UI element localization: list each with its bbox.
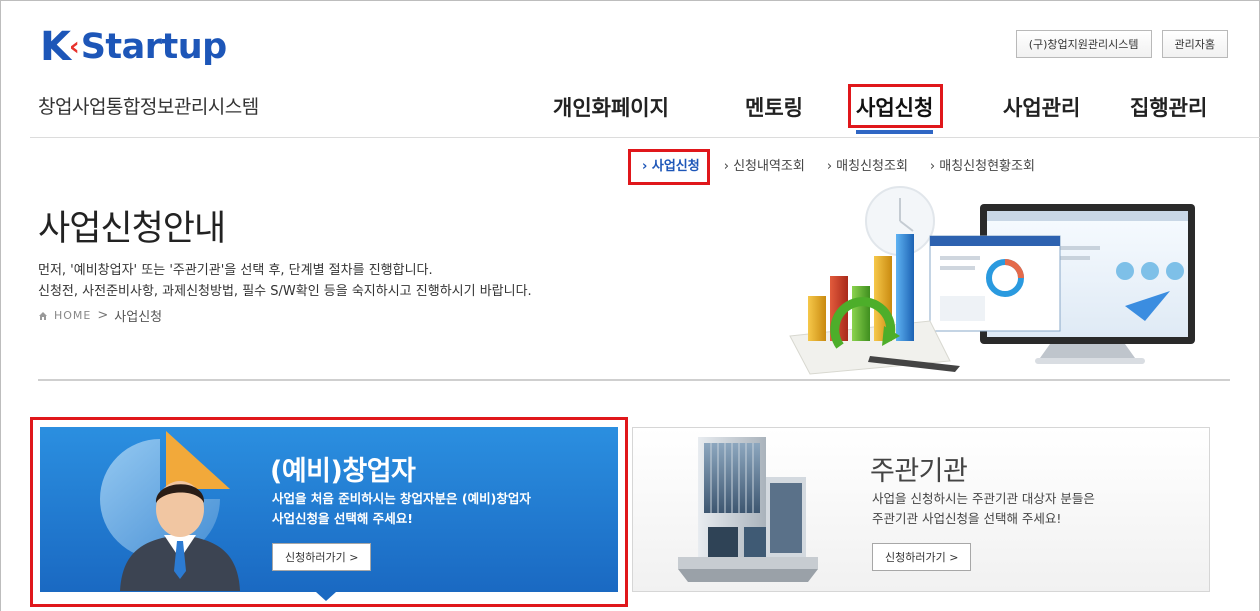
- highlight-box: [30, 417, 628, 607]
- logo-chevron: ‹: [69, 32, 80, 62]
- home-icon: [39, 311, 47, 320]
- page-title: 사업신청안내: [38, 209, 226, 249]
- nav-label: 집행관리: [1130, 96, 1208, 120]
- nav-execution-manage[interactable]: 집행관리: [1130, 92, 1207, 122]
- nav-business-apply[interactable]: 사업신청: [848, 84, 944, 134]
- agency-card-title: 주관기관: [870, 456, 968, 487]
- nav-business-manage[interactable]: 사업관리: [1003, 92, 1080, 122]
- nav-label: 멘토링: [745, 96, 803, 120]
- nav-personal-page[interactable]: 개인화페이지: [553, 92, 669, 122]
- business-illustration: [789, 186, 1195, 375]
- breadcrumb-current: 사업신청: [114, 310, 163, 325]
- subnav-business-apply[interactable]: › 사업신청: [628, 148, 710, 185]
- description-line: 신청전, 사전준비사항, 과제신청방법, 필수 S/W확인 등을 숙지하시고 진…: [38, 284, 532, 299]
- subnav-matching-status[interactable]: › 매칭신청현황조회: [930, 155, 1035, 174]
- kstartup-logo[interactable]: K ‹ Startup: [40, 22, 227, 72]
- breadcrumb-home[interactable]: HOME: [54, 309, 91, 322]
- admin-home-button[interactable]: 관리자홈: [1161, 30, 1228, 58]
- global-nav: 개인화페이지 멘토링 사업신청 사업관리 집행관리: [0, 84, 1260, 134]
- building-icon: [678, 437, 818, 582]
- page-description: 먼저, '예비창업자' 또는 '주관기관'을 선택 후, 단계별 절차를 진행합…: [38, 260, 532, 302]
- sub-nav: › 사업신청 › 신청내역조회 › 매칭신청조회 › 매칭신청현황조회: [628, 148, 1057, 185]
- highlight-box: [628, 148, 710, 185]
- nav-label: 사업신청: [856, 96, 934, 120]
- subnav-apply-history[interactable]: › 신청내역조회: [724, 155, 805, 174]
- logo-k: K: [40, 24, 71, 70]
- subnav-matching-apply[interactable]: › 매칭신청조회: [827, 155, 908, 174]
- legacy-system-button[interactable]: (구)창업지원관리시스템: [1015, 30, 1152, 58]
- nav-mentoring[interactable]: 멘토링: [745, 92, 803, 122]
- active-underline: [856, 130, 934, 134]
- agency-apply-button[interactable]: 신청하러가기 >: [872, 543, 972, 571]
- top-utility-buttons: (구)창업지원관리시스템 관리자홈: [1015, 30, 1228, 58]
- nav-label: 개인화페이지: [553, 96, 669, 120]
- nav-label: 사업관리: [1003, 96, 1081, 120]
- description-line: 먼저, '예비창업자' 또는 '주관기관'을 선택 후, 단계별 절차를 진행합…: [38, 263, 433, 278]
- agency-card-description: 사업을 신청하시는 주관기관 대상자 분들은 주관기관 사업신청을 선택해 주세…: [872, 489, 1095, 529]
- header-divider: [30, 137, 1260, 138]
- breadcrumb-separator: >: [97, 308, 109, 323]
- description-line: 사업을 신청하시는 주관기관 대상자 분들은: [872, 491, 1095, 506]
- logo-word: Startup: [80, 26, 228, 67]
- breadcrumb: HOME > 사업신청: [38, 306, 162, 325]
- hero-divider: [38, 379, 1230, 381]
- description-line: 주관기관 사업신청을 선택해 주세요!: [872, 511, 1062, 526]
